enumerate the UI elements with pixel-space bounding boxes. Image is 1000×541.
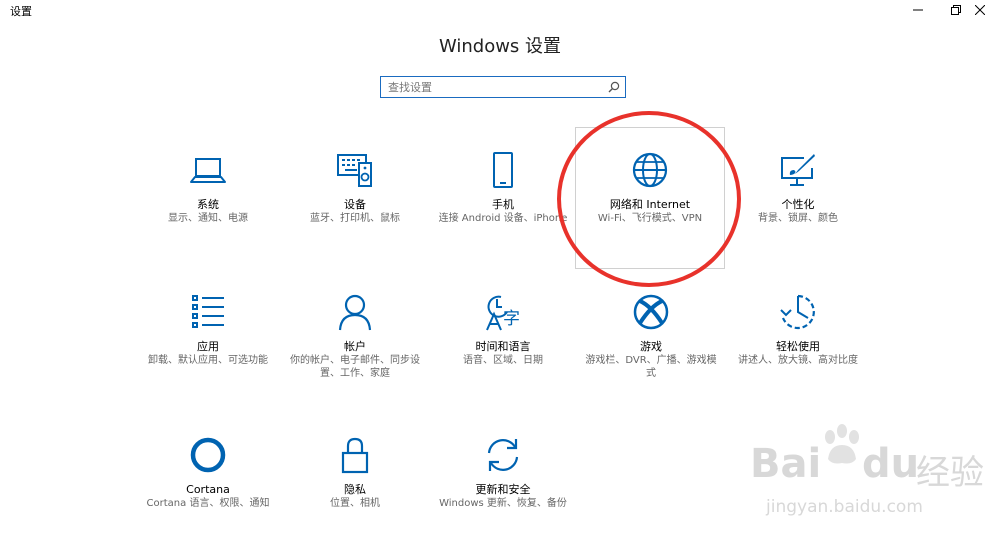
tile-name: 设备 — [344, 198, 366, 211]
tile-ease-of-access[interactable]: 轻松使用 讲述人、放大镜、高对比度 — [723, 292, 873, 367]
search-box[interactable] — [380, 76, 626, 98]
minimize-icon — [913, 9, 923, 11]
svg-text:字: 字 — [503, 309, 520, 329]
time-language-icon: 字 — [486, 295, 520, 331]
watermark-text: Bai — [750, 441, 822, 487]
tile-name: 个性化 — [781, 198, 815, 211]
lock-icon — [341, 437, 369, 474]
close-icon — [975, 5, 985, 15]
tile-name: 隐私 — [344, 483, 366, 496]
ease-of-access-icon — [780, 294, 815, 330]
tile-accounts[interactable]: 帐户 你的帐户、电子邮件、同步设置、工作、家庭 — [280, 292, 430, 380]
search-icon[interactable] — [608, 81, 620, 93]
tile-network-internet[interactable]: 网络和 Internet Wi-Fi、飞行模式、VPN — [575, 127, 725, 269]
tile-description: 你的帐户、电子邮件、同步设置、工作、家庭 — [290, 355, 420, 379]
tile-name: 手机 — [492, 198, 514, 211]
tile-description: 讲述人、放大镜、高对比度 — [738, 355, 858, 366]
minimize-button[interactable] — [898, 0, 938, 20]
tile-name: 帐户 — [344, 340, 366, 353]
tile-personalization[interactable]: 个性化 背景、锁屏、颜色 — [723, 150, 873, 225]
tile-update-security[interactable]: 更新和安全 Windows 更新、恢复、备份 — [428, 435, 578, 510]
personalization-icon — [781, 154, 815, 186]
laptop-icon — [190, 158, 226, 183]
cortana-icon — [190, 437, 226, 473]
watermark-url: jingyan.baidu.com — [766, 497, 923, 517]
close-button[interactable] — [960, 0, 1000, 20]
paw-icon — [825, 424, 859, 464]
tile-name: 应用 — [197, 340, 219, 353]
tile-name: 网络和 Internet — [609, 198, 691, 211]
devices-icon — [337, 154, 372, 187]
tile-name: 游戏 — [640, 340, 662, 353]
apps-list-icon — [192, 295, 224, 328]
tile-name: 轻松使用 — [776, 340, 820, 353]
watermark: Bai du 经验 jingyan.baidu.com — [750, 423, 994, 523]
watermark-text: 经验 — [916, 453, 984, 493]
search-input[interactable] — [381, 77, 608, 97]
tile-name: 系统 — [197, 198, 219, 211]
tile-description: Windows 更新、恢复、备份 — [439, 498, 567, 509]
watermark-text: du — [862, 441, 920, 487]
tile-description: Cortana 语言、权限、通知 — [146, 498, 270, 509]
tile-system[interactable]: 系统 显示、通知、电源 — [133, 150, 283, 225]
tile-description: 蓝牙、打印机、鼠标 — [310, 213, 400, 224]
tile-phone[interactable]: 手机 连接 Android 设备、iPhone — [428, 150, 578, 225]
tile-privacy[interactable]: 隐私 位置、相机 — [280, 435, 430, 510]
person-icon — [338, 294, 372, 331]
tile-time-language[interactable]: 字 时间和语言 语音、区域、日期 — [428, 292, 578, 367]
tile-description: 连接 Android 设备、iPhone — [438, 213, 568, 224]
app-title: 设置 — [10, 5, 32, 18]
tile-description: 背景、锁屏、颜色 — [758, 213, 838, 224]
page-title: Windows 设置 — [438, 36, 562, 57]
tile-gaming[interactable]: 游戏 游戏栏、DVR、广播、游戏模式 — [576, 292, 726, 380]
tile-description: Wi-Fi、飞行模式、VPN — [597, 213, 703, 224]
tile-devices[interactable]: 设备 蓝牙、打印机、鼠标 — [280, 150, 430, 225]
tile-description: 游戏栏、DVR、广播、游戏模式 — [585, 355, 717, 379]
tile-name: Cortana — [186, 483, 230, 496]
tile-cortana[interactable]: Cortana Cortana 语言、权限、通知 — [133, 435, 283, 510]
tile-description: 卸载、默认应用、可选功能 — [148, 355, 268, 366]
tile-name: 时间和语言 — [475, 340, 531, 353]
update-icon — [487, 439, 519, 471]
tile-description: 显示、通知、电源 — [168, 213, 248, 224]
xbox-icon — [633, 294, 669, 330]
tile-apps[interactable]: 应用 卸载、默认应用、可选功能 — [133, 292, 283, 367]
tile-description: 语音、区域、日期 — [463, 355, 543, 366]
title-bar: 设置 — [0, 0, 1000, 20]
globe-icon — [632, 152, 668, 188]
phone-icon — [493, 152, 513, 188]
tile-description: 位置、相机 — [330, 498, 380, 509]
tile-name: 更新和安全 — [475, 483, 531, 496]
